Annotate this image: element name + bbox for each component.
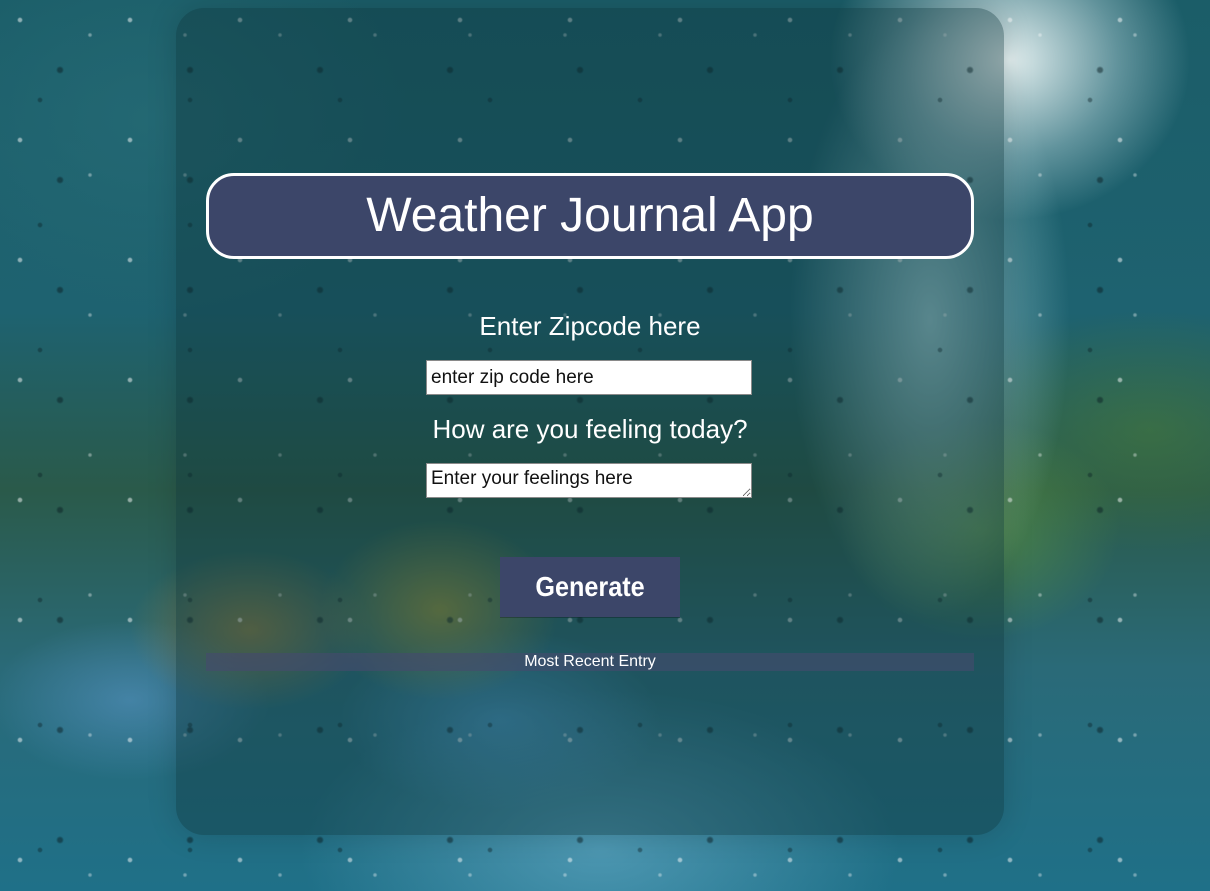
feelings-textarea[interactable] bbox=[426, 463, 752, 498]
app-title: Weather Journal App bbox=[366, 189, 814, 242]
most-recent-entry-title: Most Recent Entry bbox=[524, 653, 656, 670]
generate-button[interactable]: Generate bbox=[500, 557, 680, 617]
app-card: Weather Journal App Enter Zipcode here H… bbox=[176, 8, 1004, 835]
feelings-label: How are you feeling today? bbox=[432, 414, 748, 444]
zip-input[interactable] bbox=[426, 360, 752, 395]
zip-label: Enter Zipcode here bbox=[479, 311, 701, 341]
app-header: Weather Journal App bbox=[206, 173, 974, 259]
most-recent-entry-section: Most Recent Entry bbox=[206, 653, 974, 671]
